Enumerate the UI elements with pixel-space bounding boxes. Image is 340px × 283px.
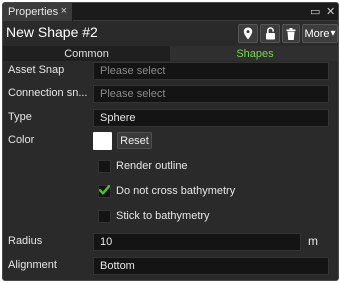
more-label: More <box>304 27 330 40</box>
radius-row: Radius 10 m <box>3 233 338 251</box>
tab-shapes[interactable]: Shapes <box>170 46 338 61</box>
asset-snap-label: Asset Snap <box>8 64 65 76</box>
asset-snap-row: Asset Snap Please select <box>3 62 338 80</box>
radius-unit: m <box>308 234 318 248</box>
radius-input[interactable]: 10 <box>93 233 301 251</box>
tab-close-icon[interactable]: × <box>61 5 67 17</box>
render-outline-checkbox[interactable] <box>98 160 111 173</box>
connection-snap-label: Connection sn... <box>8 87 88 99</box>
delete-button[interactable] <box>282 24 300 43</box>
radius-label: Radius <box>8 235 43 247</box>
lock-button[interactable] <box>260 24 280 43</box>
connection-snap-select[interactable]: Please select <box>93 85 329 103</box>
chevron-down-icon: ▾ <box>330 28 336 39</box>
color-label: Color <box>8 134 35 146</box>
reset-color-button[interactable]: Reset <box>117 132 152 149</box>
checkmark-icon <box>98 185 111 198</box>
alignment-label: Alignment <box>8 259 57 271</box>
color-swatch[interactable] <box>93 132 112 150</box>
properties-panel: Properties × ▭ ✕ New Shape #2 More ▾ Com… <box>2 2 339 281</box>
color-row: Color Reset <box>3 132 338 150</box>
connection-snap-row: Connection sn... Please select <box>3 85 338 103</box>
alignment-row: Alignment Bottom <box>3 257 338 275</box>
more-dropdown[interactable]: More ▾ <box>302 24 338 43</box>
asset-snap-select[interactable]: Please select <box>93 62 329 80</box>
maximize-icon[interactable]: ▭ <box>310 5 320 18</box>
render-outline-label: Render outline <box>116 160 188 172</box>
do-not-cross-bathymetry-checkbox[interactable] <box>98 185 111 198</box>
close-icon[interactable]: ✕ <box>326 5 335 18</box>
panel-tab-bar: Properties × ▭ ✕ <box>3 3 338 21</box>
pin-icon <box>243 27 253 40</box>
tab-properties[interactable]: Properties × <box>3 3 73 21</box>
shape-title: New Shape #2 <box>6 24 98 40</box>
trash-icon <box>286 27 296 40</box>
alignment-select[interactable]: Bottom <box>93 257 329 275</box>
do-not-cross-bathymetry-label: Do not cross bathymetry <box>116 185 236 197</box>
stick-to-bathymetry-checkbox[interactable] <box>98 210 111 223</box>
pin-button[interactable] <box>238 24 258 43</box>
type-select[interactable]: Sphere <box>93 109 329 127</box>
tab-common[interactable]: Common <box>3 46 170 61</box>
property-subtabs: Common Shapes <box>3 46 338 61</box>
type-row: Type Sphere <box>3 109 338 127</box>
panel-header: New Shape #2 More ▾ <box>3 21 338 45</box>
stick-to-bathymetry-label: Stick to bathymetry <box>116 210 210 222</box>
tab-properties-label: Properties <box>8 6 59 18</box>
type-label: Type <box>8 111 32 123</box>
lock-icon <box>265 27 276 40</box>
